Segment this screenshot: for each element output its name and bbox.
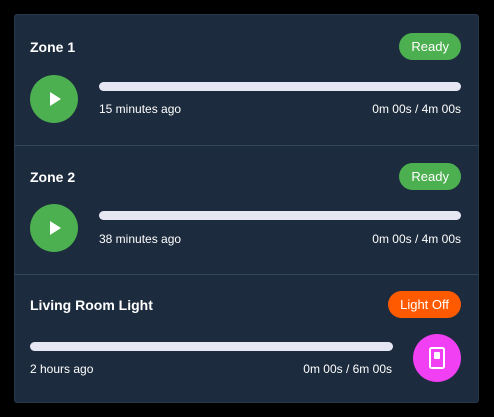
zone-2-card: Zone 2 Ready 38 minutes ago 0m 00s / 4m … [15,145,478,274]
zone-1-status-badge: Ready [399,33,461,60]
zone-2-last-run: 38 minutes ago [99,232,182,246]
light-switch-button[interactable] [413,334,461,382]
zone-1-last-run: 15 minutes ago [99,102,182,116]
light-title: Living Room Light [30,297,153,313]
light-duration: 0m 00s / 6m 00s [303,362,392,376]
light-progress-bar [30,342,393,351]
light-last-run: 2 hours ago [30,362,94,376]
zone-1-play-button[interactable] [30,75,78,123]
light-status-badge: Light Off [388,291,461,318]
light-card: Living Room Light Light Off 2 hours ago … [15,274,478,404]
play-icon [50,221,61,235]
zone-2-title: Zone 2 [30,169,76,185]
zone-2-progress-bar [99,211,461,220]
irrigation-panel: Zone 1 Ready 15 minutes ago 0m 00s / 4m … [14,14,479,403]
zone-2-duration: 0m 00s / 4m 00s [372,232,461,246]
play-icon [50,92,61,106]
zone-1-card: Zone 1 Ready 15 minutes ago 0m 00s / 4m … [15,15,478,145]
zone-1-title: Zone 1 [30,39,76,55]
zone-1-progress-bar [99,82,461,91]
zone-2-play-button[interactable] [30,204,78,252]
zone-2-status-badge: Ready [399,163,461,190]
zone-1-duration: 0m 00s / 4m 00s [372,102,461,116]
light-switch-icon [429,347,445,369]
